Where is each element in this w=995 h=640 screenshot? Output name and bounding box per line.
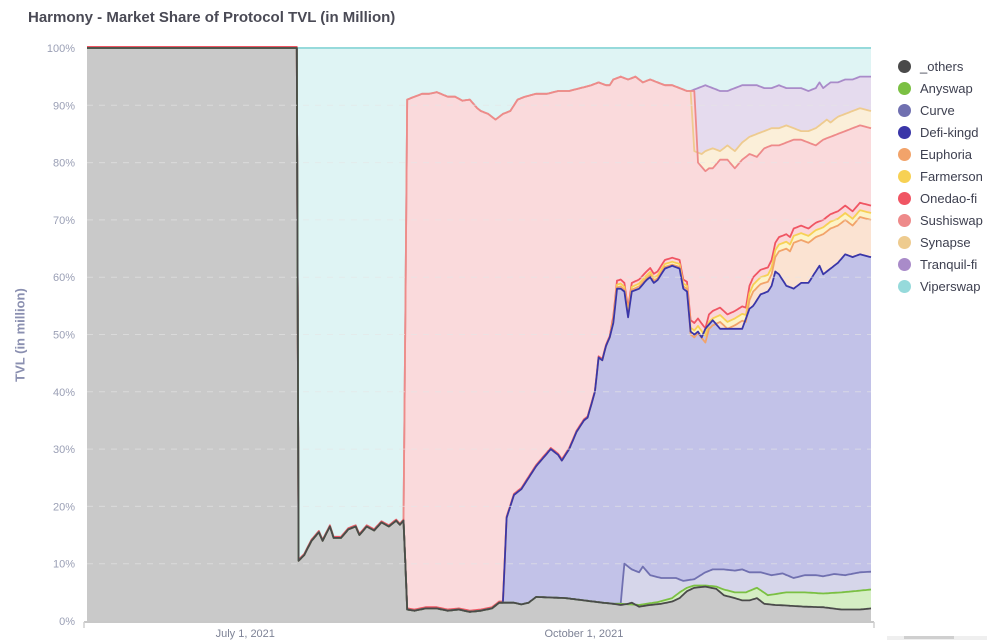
legend-item-anyswap[interactable]: Anyswap: [898, 77, 995, 99]
legend-color-dot-icon: [898, 257, 911, 271]
legend-color-dot-icon: [898, 213, 911, 227]
legend-label: Euphoria: [920, 146, 973, 162]
legend-label: Sushiswap: [920, 212, 983, 228]
y-tick-label: 50%: [53, 330, 75, 342]
legend-color-dot-icon: [898, 147, 911, 161]
legend-label: Synapse: [920, 234, 971, 250]
legend-label: Curve: [920, 102, 955, 118]
y-tick-label: 70%: [53, 215, 75, 227]
legend-item-curve[interactable]: Curve: [898, 99, 995, 121]
series-areas: [87, 46, 871, 621]
legend-color-dot-icon: [898, 59, 911, 73]
legend-color-dot-icon: [898, 191, 911, 205]
legend-color-dot-icon: [898, 169, 911, 183]
legend-item-defi-kingdoms[interactable]: Defi-kingd: [898, 121, 995, 143]
legend-label: Viperswap: [920, 278, 981, 294]
y-tick-label: 30%: [53, 444, 75, 456]
legend: _others Anyswap Curve Defi-kingd Euphoria Far…: [898, 55, 995, 297]
y-tick-label: 60%: [53, 272, 75, 284]
x-tick-label: October 1, 2021: [544, 628, 623, 640]
legend-item-tranquil-finance[interactable]: Tranquil-fi: [898, 253, 995, 275]
legend-label: Tranquil-fi: [920, 256, 978, 272]
legend-label: Defi-kingd: [920, 124, 979, 140]
horizontal-scrollbar[interactable]: [887, 636, 987, 640]
legend-color-dot-icon: [898, 103, 911, 117]
y-tick-label: 80%: [53, 158, 75, 170]
legend-color-dot-icon: [898, 279, 911, 293]
legend-label: Onedao-fi: [920, 190, 978, 206]
y-tick-label: 90%: [53, 100, 75, 112]
y-tick-label: 40%: [53, 387, 75, 399]
legend-label: _others: [920, 58, 964, 74]
legend-label: Anyswap: [920, 80, 973, 96]
scrollbar-thumb[interactable]: [904, 636, 954, 639]
y-tick-label: 100%: [47, 43, 75, 55]
legend-color-dot-icon: [898, 235, 911, 249]
legend-item-synapse[interactable]: Synapse: [898, 231, 995, 253]
legend-color-dot-icon: [898, 81, 911, 95]
y-tick-label: 0%: [59, 616, 75, 628]
legend-label: Farmerson: [920, 168, 983, 184]
legend-item-viperswap[interactable]: Viperswap: [898, 275, 995, 297]
legend-item-onedao-finance[interactable]: Onedao-fi: [898, 187, 995, 209]
legend-item-farmersonly[interactable]: Farmerson: [898, 165, 995, 187]
y-tick-label: 10%: [53, 559, 75, 571]
y-tick-label: 20%: [53, 501, 75, 513]
legend-item--others[interactable]: _others: [898, 55, 995, 77]
chart-area: 0% 10% 20% 30% 40% 50% 60% 70% 80% 90% 100% July 1,…: [47, 43, 875, 640]
legend-color-dot-icon: [898, 125, 911, 139]
legend-item-euphoria[interactable]: Euphoria: [898, 143, 995, 165]
legend-item-sushiswap[interactable]: Sushiswap: [898, 209, 995, 231]
x-tick-label: July 1, 2021: [216, 628, 275, 640]
